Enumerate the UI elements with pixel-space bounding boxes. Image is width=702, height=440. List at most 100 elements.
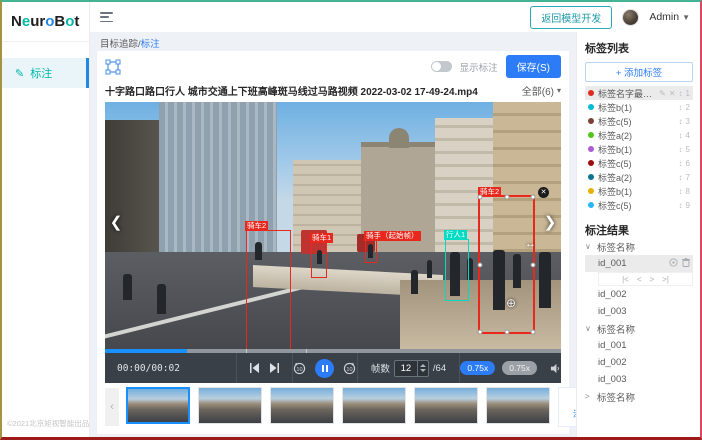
- label-list-item[interactable]: 标签b(1)↕8: [585, 184, 693, 198]
- filmstrip-thumbnail[interactable]: [270, 387, 334, 424]
- pager-last-icon[interactable]: >|: [662, 275, 669, 284]
- sidebar-item-label: 标注: [30, 65, 52, 81]
- breadcrumb: 目标追踪/标注: [90, 32, 576, 51]
- bounding-box[interactable]: 骑车2: [246, 230, 291, 349]
- frame-pager: |< < > >|: [598, 272, 693, 286]
- video-canvas[interactable]: 骑车2骑车1骑手（起始帧）行人1骑车2✕ ❮ ❯ ↔ ⊕: [105, 102, 561, 349]
- step-forward-icon[interactable]: [269, 363, 280, 373]
- user-avatar[interactable]: [622, 9, 639, 26]
- prev-frame-arrow[interactable]: ❮: [107, 210, 125, 234]
- breadcrumb-parent[interactable]: 目标追踪: [100, 39, 138, 50]
- sort-icon[interactable]: ↕: [679, 117, 683, 126]
- sort-icon[interactable]: ↕: [679, 103, 683, 112]
- filmstrip-thumbnail[interactable]: [198, 387, 262, 424]
- show-annotations-toggle[interactable]: [431, 61, 452, 72]
- bounding-box-selected[interactable]: 骑车2✕: [478, 195, 535, 334]
- filter-dropdown[interactable]: 全部(6) ▾: [522, 83, 561, 98]
- label-list-item[interactable]: 标签b(1)↕2: [585, 100, 693, 114]
- filmstrip-left-arrow[interactable]: ‹: [105, 388, 119, 426]
- sort-icon[interactable]: ↕: [679, 131, 683, 140]
- next-frame-arrow[interactable]: ❯: [541, 210, 559, 234]
- label-list-item[interactable]: 标签c(5)↕9: [585, 198, 693, 212]
- close-icon[interactable]: ✕: [669, 89, 676, 98]
- video-progress-bar[interactable]: [105, 349, 561, 353]
- sort-icon[interactable]: ↕: [679, 173, 683, 182]
- bounding-box[interactable]: 行人1: [445, 239, 469, 301]
- filmstrip-thumbnail[interactable]: [414, 387, 478, 424]
- scene-dome: [389, 128, 409, 148]
- label-hotkey-number: 7: [686, 173, 690, 182]
- sort-icon[interactable]: ↕: [679, 187, 683, 196]
- edit-icon[interactable]: ✎: [659, 89, 666, 98]
- resize-handle[interactable]: [531, 330, 536, 335]
- time-display: 00:00/00:02: [105, 353, 237, 383]
- filmstrip-thumbnail[interactable]: [126, 387, 190, 424]
- result-group-header[interactable]: >标签名称: [585, 388, 693, 405]
- result-item[interactable]: id_001: [585, 337, 693, 354]
- label-list-item[interactable]: 标签a(2)↕7: [585, 170, 693, 184]
- logo-letter: e: [22, 13, 30, 30]
- rewind-10-icon[interactable]: 10: [293, 362, 306, 375]
- result-group-header[interactable]: ∨标签名称: [585, 238, 693, 255]
- frame-number-input[interactable]: 12: [394, 360, 429, 377]
- filmstrip-thumbnail[interactable]: [342, 387, 406, 424]
- resize-handle[interactable]: [504, 195, 509, 200]
- collapse-menu-icon[interactable]: [100, 12, 113, 22]
- result-item[interactable]: id_003: [585, 303, 693, 320]
- speed-pill[interactable]: 0.75x: [502, 361, 537, 375]
- label-list-item[interactable]: 标签c(5) ↕3: [585, 114, 693, 128]
- add-label-button[interactable]: + 添加标签: [585, 62, 693, 82]
- chevron-down-icon: ▼: [682, 13, 690, 22]
- label-list-item[interactable]: 标签b(1)↕5: [585, 142, 693, 156]
- locate-icon[interactable]: [669, 258, 678, 270]
- delete-box-icon[interactable]: ✕: [538, 187, 549, 198]
- work-area: 目标追踪/标注 显示标注: [90, 32, 576, 437]
- trash-icon[interactable]: [682, 258, 690, 270]
- sidebar-item-annotate[interactable]: ✎ 标注: [2, 58, 89, 88]
- step-back-icon[interactable]: [249, 363, 260, 373]
- pager-prev-icon[interactable]: <: [637, 275, 642, 284]
- speed-pill-active[interactable]: 0.75x: [460, 361, 495, 375]
- resize-handle[interactable]: [478, 262, 483, 267]
- resize-handle[interactable]: [531, 262, 536, 267]
- volume-icon[interactable]: [550, 363, 561, 374]
- back-to-model-dev-button[interactable]: 返回模型开发: [530, 6, 612, 29]
- resize-handle[interactable]: [504, 330, 509, 335]
- result-item[interactable]: id_001: [585, 255, 693, 272]
- resize-handle[interactable]: [531, 195, 536, 200]
- forward-10-icon[interactable]: 10: [343, 362, 356, 375]
- result-group-name: 标签名称: [597, 322, 635, 336]
- bounding-box[interactable]: 骑车1: [311, 242, 327, 278]
- pager-first-icon[interactable]: |<: [622, 275, 629, 284]
- sort-icon[interactable]: ↕: [679, 201, 683, 210]
- breadcrumb-current: 标注: [141, 39, 160, 50]
- sort-icon[interactable]: ↕: [679, 145, 683, 154]
- label-row-icons: ↕3: [679, 117, 690, 126]
- result-item[interactable]: id_003: [585, 371, 693, 388]
- sort-icon[interactable]: ↕: [679, 159, 683, 168]
- pager-next-icon[interactable]: >: [650, 275, 655, 284]
- label-list-item[interactable]: 标签c(5)↕6: [585, 156, 693, 170]
- save-button[interactable]: 保存(S): [506, 55, 561, 78]
- sort-icon[interactable]: ↕: [679, 89, 683, 98]
- user-menu[interactable]: Admin ▼: [649, 11, 690, 23]
- resize-handle[interactable]: [478, 330, 483, 335]
- frame-total: /64: [433, 363, 446, 374]
- filmstrip-thumbnail[interactable]: [486, 387, 550, 424]
- pause-button[interactable]: [315, 359, 334, 378]
- bounding-box[interactable]: 骑手（起始帧）: [365, 240, 377, 263]
- right-panel: 标签列表 + 添加标签 标签名字最长数...✎✕↕1标签b(1)↕2标签c(5)…: [576, 32, 700, 437]
- frame-stepper[interactable]: [417, 361, 428, 376]
- label-hotkey-number: 1: [686, 89, 690, 98]
- result-item[interactable]: id_002: [585, 286, 693, 303]
- frame-number-value[interactable]: 12: [395, 363, 417, 374]
- result-group-header[interactable]: ∨标签名称: [585, 320, 693, 337]
- rect-select-tool-icon[interactable]: [105, 59, 121, 75]
- label-hotkey-number: 3: [686, 117, 690, 126]
- resize-handle[interactable]: [478, 195, 483, 200]
- label-name: 标签c(5): [598, 115, 675, 128]
- label-list-item[interactable]: 标签a(2)↕4: [585, 128, 693, 142]
- label-list-item[interactable]: 标签名字最长数...✎✕↕1: [585, 86, 693, 100]
- result-item[interactable]: id_002: [585, 354, 693, 371]
- move-cursor-icon: ⊕: [506, 296, 516, 310]
